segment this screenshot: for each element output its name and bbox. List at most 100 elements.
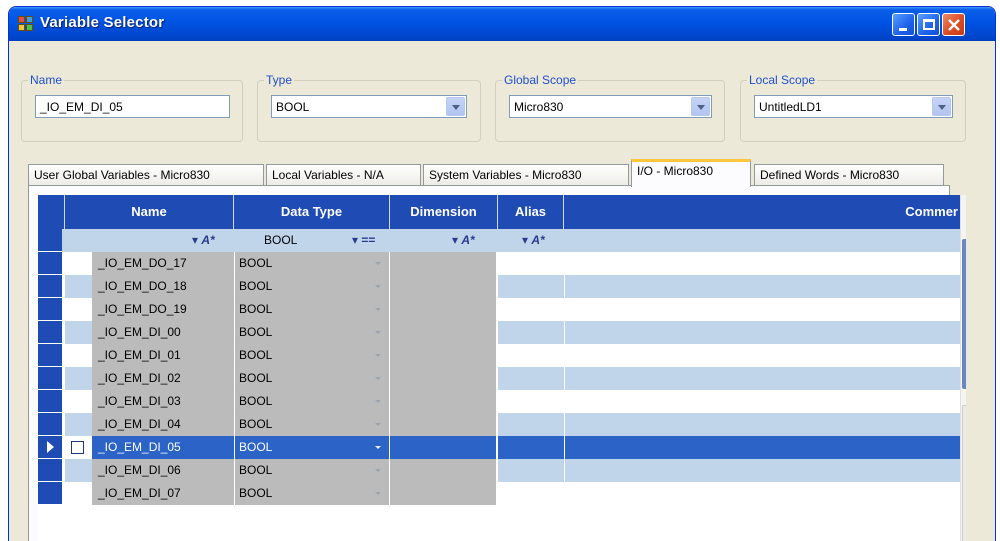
header-alias[interactable]: Alias: [498, 195, 564, 229]
data-type-cell[interactable]: BOOL: [235, 367, 389, 390]
data-type-cell[interactable]: BOOL: [235, 344, 389, 367]
tab-user-global-variables[interactable]: User Global Variables - Micro830: [28, 164, 264, 186]
comment-cell[interactable]: [565, 298, 960, 321]
header-dimension[interactable]: Dimension: [390, 195, 498, 229]
variable-name-cell[interactable]: _IO_EM_DI_06: [92, 459, 234, 482]
row-checkbox-cell[interactable]: [65, 252, 92, 275]
table-row[interactable]: _IO_EM_DI_01 BOOL: [38, 344, 966, 367]
table-row[interactable]: _IO_EM_DI_00 BOOL: [38, 321, 966, 344]
data-type-cell[interactable]: BOOL: [235, 482, 389, 505]
row-selector[interactable]: [38, 390, 62, 413]
minimize-button[interactable]: [892, 13, 915, 36]
header-name[interactable]: Name: [65, 195, 234, 229]
alias-cell[interactable]: [498, 298, 564, 321]
row-selector[interactable]: [38, 413, 62, 436]
chevron-down-icon[interactable]: [375, 354, 381, 357]
table-row[interactable]: _IO_EM_DI_04 BOOL: [38, 413, 966, 436]
dimension-filter-icon[interactable]: ▾ A*: [448, 229, 498, 252]
table-row[interactable]: _IO_EM_DO_19 BOOL: [38, 298, 966, 321]
variable-name-cell[interactable]: _IO_EM_DO_19: [92, 298, 234, 321]
table-row[interactable]: _IO_EM_DI_03 BOOL: [38, 390, 966, 413]
global-scope-combobox[interactable]: Micro830: [509, 95, 712, 118]
data-type-cell[interactable]: BOOL: [235, 390, 389, 413]
row-selector[interactable]: [38, 436, 62, 459]
row-selector[interactable]: [38, 275, 62, 298]
local-scope-combobox[interactable]: UntitledLD1: [754, 95, 953, 118]
table-row[interactable]: _IO_EM_DI_07 BOOL: [38, 482, 966, 505]
variable-name-cell[interactable]: _IO_EM_DI_05: [92, 436, 234, 459]
row-checkbox-cell[interactable]: [65, 459, 92, 482]
name-filter-icon[interactable]: ▾ A*: [188, 229, 228, 252]
type-combobox[interactable]: BOOL: [271, 95, 467, 118]
row-checkbox-cell[interactable]: [65, 436, 92, 459]
comment-cell[interactable]: [565, 252, 960, 275]
data-type-cell[interactable]: BOOL: [235, 252, 389, 275]
row-selector[interactable]: [38, 482, 62, 505]
alias-cell[interactable]: [498, 321, 564, 344]
alias-cell[interactable]: [498, 252, 564, 275]
data-type-cell[interactable]: BOOL: [235, 459, 389, 482]
row-checkbox-cell[interactable]: [65, 390, 92, 413]
data-type-cell[interactable]: BOOL: [235, 321, 389, 344]
row-selector[interactable]: [38, 321, 62, 344]
comment-cell[interactable]: [565, 436, 960, 459]
variable-name-cell[interactable]: _IO_EM_DI_07: [92, 482, 234, 505]
row-checkbox-cell[interactable]: [65, 482, 92, 505]
table-row[interactable]: _IO_EM_DI_02 BOOL: [38, 367, 966, 390]
row-checkbox-cell[interactable]: [65, 321, 92, 344]
data-type-filter-value[interactable]: BOOL: [260, 229, 320, 252]
variable-name-cell[interactable]: _IO_EM_DO_17: [92, 252, 234, 275]
alias-cell[interactable]: [498, 459, 564, 482]
table-row[interactable]: _IO_EM_DI_05 BOOL: [38, 436, 966, 459]
table-row[interactable]: _IO_EM_DI_06 BOOL: [38, 459, 966, 482]
header-comment[interactable]: Commer: [564, 195, 960, 229]
chevron-down-icon[interactable]: [375, 492, 381, 495]
alias-cell[interactable]: [498, 275, 564, 298]
header-selector[interactable]: [38, 195, 65, 229]
title-bar[interactable]: Variable Selector: [9, 7, 995, 41]
row-checkbox-cell[interactable]: [65, 275, 92, 298]
comment-cell[interactable]: [565, 459, 960, 482]
vertical-scrollbar[interactable]: [960, 195, 966, 541]
alias-cell[interactable]: [498, 390, 564, 413]
chevron-down-icon[interactable]: [375, 400, 381, 403]
comment-cell[interactable]: [565, 390, 960, 413]
comment-cell[interactable]: [565, 482, 960, 505]
variable-name-cell[interactable]: _IO_EM_DI_01: [92, 344, 234, 367]
alias-filter-icon[interactable]: ▾ A*: [518, 229, 562, 252]
variable-name-cell[interactable]: _IO_EM_DI_04: [92, 413, 234, 436]
variable-name-cell[interactable]: _IO_EM_DI_02: [92, 367, 234, 390]
row-checkbox[interactable]: [71, 441, 84, 454]
data-type-cell[interactable]: BOOL: [235, 275, 389, 298]
tab-io[interactable]: I/O - Micro830: [631, 159, 751, 187]
scroll-track[interactable]: [962, 405, 966, 541]
scroll-thumb[interactable]: [962, 239, 966, 389]
alias-cell[interactable]: [498, 482, 564, 505]
variable-name-cell[interactable]: _IO_EM_DI_03: [92, 390, 234, 413]
name-input[interactable]: _IO_EM_DI_05: [35, 95, 230, 118]
close-button[interactable]: [942, 13, 965, 36]
comment-cell[interactable]: [565, 321, 960, 344]
row-checkbox-cell[interactable]: [65, 413, 92, 436]
chevron-down-icon[interactable]: [375, 308, 381, 311]
maximize-button[interactable]: [917, 13, 940, 36]
comment-cell[interactable]: [565, 344, 960, 367]
chevron-down-icon[interactable]: [932, 97, 951, 116]
row-checkbox-cell[interactable]: [65, 298, 92, 321]
row-checkbox-cell[interactable]: [65, 344, 92, 367]
comment-cell[interactable]: [565, 413, 960, 436]
table-row[interactable]: _IO_EM_DO_18 BOOL: [38, 275, 966, 298]
row-selector[interactable]: [38, 298, 62, 321]
data-type-cell[interactable]: BOOL: [235, 436, 389, 459]
row-selector[interactable]: [38, 344, 62, 367]
alias-cell[interactable]: [498, 367, 564, 390]
alias-cell[interactable]: [498, 436, 564, 459]
row-checkbox-cell[interactable]: [65, 367, 92, 390]
tab-system-variables[interactable]: System Variables - Micro830: [423, 164, 629, 186]
table-row[interactable]: _IO_EM_DO_17 BOOL: [38, 252, 966, 275]
header-data-type[interactable]: Data Type: [234, 195, 390, 229]
chevron-down-icon[interactable]: [691, 97, 710, 116]
chevron-down-icon[interactable]: [375, 331, 381, 334]
tab-local-variables[interactable]: Local Variables - N/A: [266, 164, 421, 186]
chevron-down-icon[interactable]: [375, 423, 381, 426]
